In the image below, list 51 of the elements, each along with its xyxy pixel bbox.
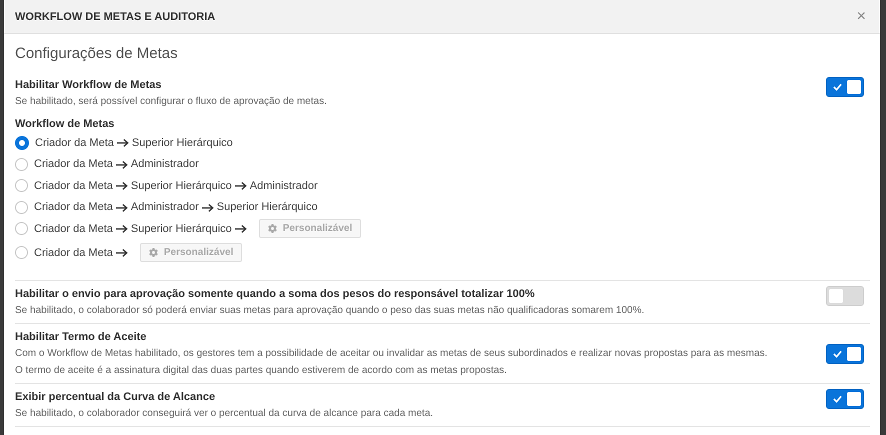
option-label: Criador da Meta [34, 222, 113, 235]
arrow-icon [116, 138, 129, 148]
setting-description: Se habilitado, o colaborador só poderá enviar suas metas para aprovação quando o peso das suas metas não qualificadoras somarem 100%. [15, 304, 646, 318]
radio-button[interactable] [15, 246, 28, 259]
window-title: WORKFLOW DE METAS E AUDITORIA [15, 10, 216, 22]
radio-button[interactable] [15, 158, 28, 171]
toggle-switch[interactable] [826, 77, 864, 97]
arrow-icon [116, 202, 128, 212]
toggle-switch[interactable] [826, 344, 864, 364]
radio-button[interactable] [15, 200, 28, 214]
radio-button[interactable] [15, 222, 28, 236]
option-label: Criador da Meta [34, 246, 113, 258]
setting-description: Com o Workflow de Metas habilitado, os gestores tem a possibilidade de aceitar ou invalidar as metas de seus subordinados e realizar novas propostas para as mesmas. [15, 346, 768, 360]
section-heading: Configurações de Metas [15, 45, 179, 62]
gear-icon [268, 224, 277, 234]
check-icon [833, 394, 842, 402]
arrow-icon [234, 181, 247, 190]
option-label: Superior Hierárquico [130, 180, 232, 192]
option-label: Criador da Meta [35, 136, 114, 149]
option-label: Criador da Meta [34, 158, 113, 170]
setting-description: Se habilitado, será possível configurar o fluxo de aprovação de metas. [15, 95, 328, 109]
customize-button[interactable]: Personalizável [140, 243, 242, 262]
setting-description: Se habilitado, o colaborador conseguirá ver o percentual da curva de alcance para cada meta. [15, 406, 434, 420]
customize-button[interactable]: Personalizável [258, 219, 362, 238]
option-label: Administrador [130, 201, 199, 214]
close-button[interactable]: × [852, 8, 870, 24]
radio-button[interactable] [15, 179, 28, 192]
option-label: Superior Hierárquico [216, 201, 318, 214]
arrow-icon [116, 224, 128, 234]
setting-title: Habilitar Workflow de Metas [15, 78, 162, 93]
option-label: Administrador [130, 158, 199, 170]
radio-button[interactable] [15, 136, 29, 150]
option-label: Superior Hierárquico [130, 222, 232, 235]
option-label: Superior Hierárquico [132, 136, 233, 149]
check-icon [833, 350, 842, 358]
option-label: Criador da Meta [34, 201, 113, 214]
option-label: Criador da Meta [34, 180, 113, 192]
setting-title: Habilitar Termo de Aceite [15, 330, 148, 344]
arrow-icon [234, 224, 247, 234]
setting-title: Exibir percentual da Curva de Alcance [15, 390, 216, 404]
setting-description: O termo de aceite é a assinatura digital das duas partes quando estiverem de acordo com as metas propostas. [15, 364, 508, 378]
arrow-icon [202, 202, 214, 212]
option-label: Administrador [250, 180, 318, 192]
arrow-icon [116, 181, 128, 190]
workflow-label: Workflow de Metas [15, 117, 116, 132]
gear-icon [148, 248, 158, 257]
setting-title: Habilitar o envio para aprovação somente quando a soma dos pesos do responsável totalizar 100% [15, 286, 536, 302]
arrow-icon [116, 248, 128, 257]
arrow-icon [116, 160, 128, 169]
check-icon [833, 83, 842, 91]
toggle-switch[interactable] [826, 388, 864, 408]
